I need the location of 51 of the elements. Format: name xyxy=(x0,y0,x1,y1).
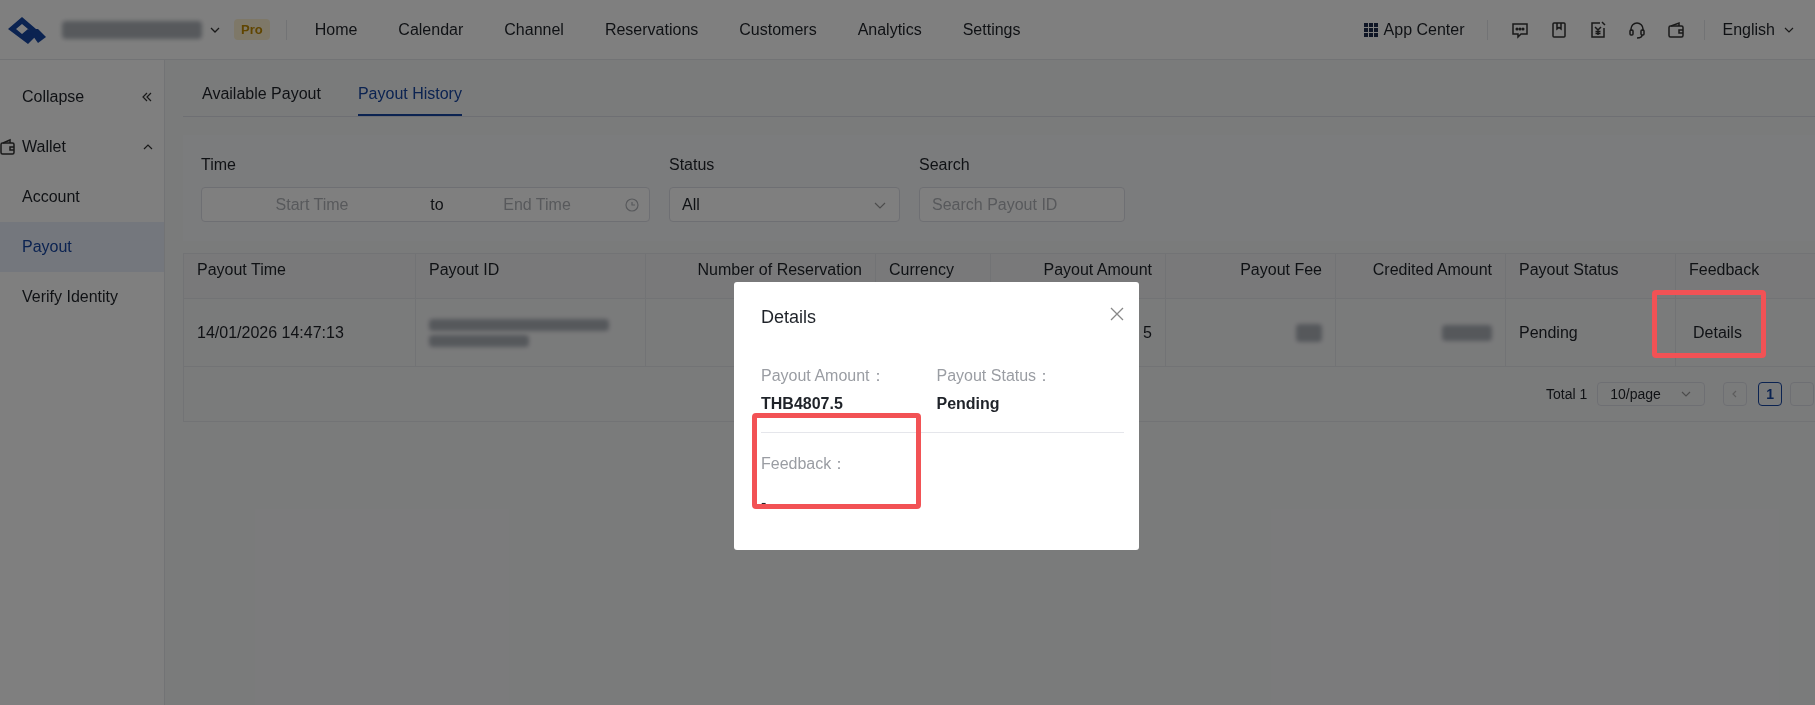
field-label: Payout Amount： xyxy=(761,366,887,386)
field-label: Time xyxy=(201,155,237,175)
column-header: Credited Amount xyxy=(1336,254,1506,298)
field-label: Payout Status： xyxy=(936,366,1054,386)
sidebar-item[interactable]: Payout xyxy=(0,222,164,272)
table-cell-text: Pending xyxy=(1519,322,1578,343)
nav-link[interactable]: Channel xyxy=(504,17,564,42)
blurred-text xyxy=(1296,323,1322,342)
pro-badge: Pro xyxy=(234,18,270,41)
wallet-icon[interactable] xyxy=(1665,19,1686,40)
column-header: Feedback xyxy=(1676,254,1815,298)
logo-icon xyxy=(6,14,48,45)
field-label: Status xyxy=(669,155,716,175)
nav-link[interactable]: Calendar xyxy=(398,17,464,42)
column-header: Payout Fee xyxy=(1166,254,1336,298)
dialog-title: Details xyxy=(761,306,817,329)
total-count: Total 1 xyxy=(1546,384,1588,404)
field-label: Search xyxy=(919,155,971,175)
status-select[interactable]: All xyxy=(669,187,900,222)
nav-link[interactable]: Home xyxy=(314,17,358,42)
tab[interactable]: Payout History xyxy=(357,82,462,116)
headset-icon[interactable] xyxy=(1626,19,1647,40)
blurred-text xyxy=(1442,324,1492,341)
clock-icon xyxy=(625,197,639,212)
column-header: Payout Time xyxy=(184,254,416,298)
page-size-select[interactable]: 10/page xyxy=(1597,382,1706,406)
grid-icon xyxy=(1363,22,1378,37)
details-link[interactable]: Details xyxy=(1693,320,1742,345)
wallet-icon xyxy=(0,138,16,156)
collapse-button[interactable]: Collapse xyxy=(0,72,164,122)
nav-link[interactable]: Analytics xyxy=(857,17,922,42)
field-label: Feedback： xyxy=(761,454,849,474)
column-header: Payout Status xyxy=(1506,254,1676,298)
field-value: Pending xyxy=(936,394,1001,414)
nav-link[interactable]: Settings xyxy=(962,17,1021,42)
tab[interactable]: Available Payout xyxy=(202,82,321,116)
language-select[interactable]: English xyxy=(1722,17,1795,42)
field-value: - xyxy=(761,493,768,513)
sidebar-item[interactable]: Verify Identity xyxy=(0,272,164,322)
table-cell-text: 5 xyxy=(1143,322,1152,343)
field-value: THB4807.5 xyxy=(761,394,844,414)
column-header: Payout ID xyxy=(416,254,646,298)
app-center-link[interactable]: App Center xyxy=(1363,17,1465,42)
close-icon[interactable] xyxy=(1110,306,1124,321)
nav-link[interactable]: Customers xyxy=(739,17,817,42)
page-button[interactable]: 1 xyxy=(1758,382,1783,406)
double-chevron-left-icon xyxy=(140,90,154,104)
wallet-group[interactable]: Wallet xyxy=(0,122,164,172)
table-cell-text: 14/01/2026 14:47:13 xyxy=(197,322,344,343)
sidebar-item[interactable]: Account xyxy=(0,172,164,222)
nav-link[interactable]: Reservations xyxy=(604,17,699,42)
